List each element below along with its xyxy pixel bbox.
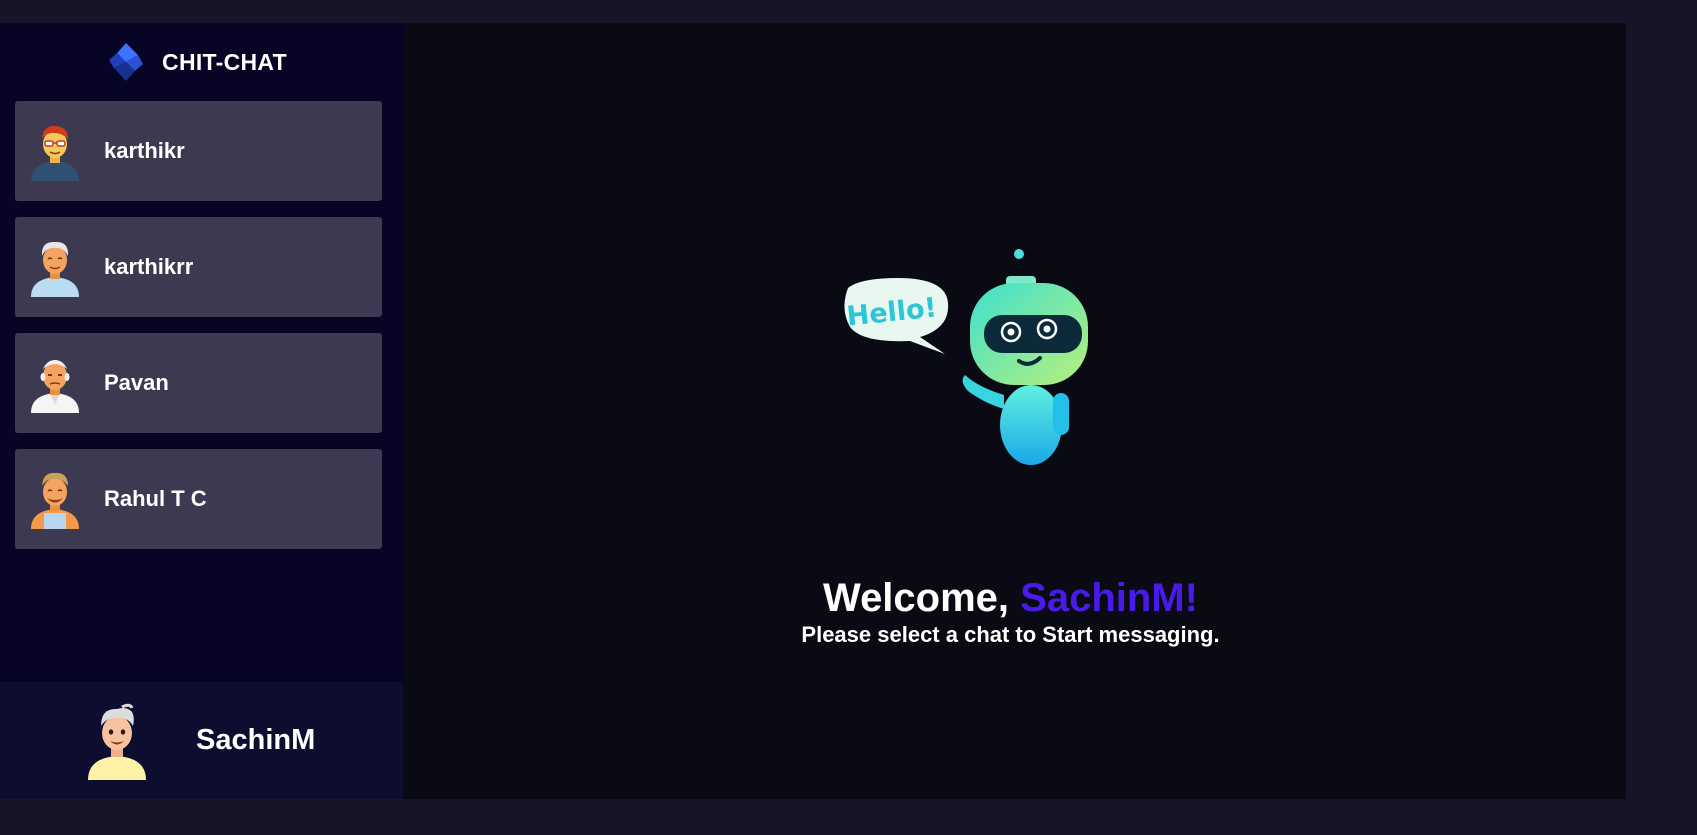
main-panel: Hello! Welcome, SachinM! Please select a… (403, 23, 1626, 799)
avatar-grey-hair-icon (31, 241, 79, 297)
contact-item[interactable]: Rahul T C (15, 449, 382, 549)
avatar-blond-man-icon (31, 472, 79, 529)
sidebar: CHIT-CHAT karthikr karthikrr Pavan Rahul… (0, 23, 403, 799)
avatar-bald-man-icon (31, 360, 79, 413)
welcome-username: SachinM! (1020, 576, 1198, 620)
contact-name: Rahul T C (104, 486, 207, 511)
welcome-message: Welcome, SachinM! Please select a chat t… (403, 576, 1626, 648)
avatar-red-hair-glasses-icon (31, 125, 79, 181)
contact-name: karthikrr (104, 254, 194, 279)
welcome-subtitle: Please select a chat to Start messaging. (801, 622, 1220, 647)
contact-name: Pavan (104, 370, 169, 395)
app-title: CHIT-CHAT (162, 48, 287, 75)
current-user-name: SachinM (196, 724, 316, 756)
app-logo-icon (109, 43, 144, 81)
contact-item[interactable]: Pavan (15, 333, 382, 433)
current-user-bar[interactable]: SachinM (0, 682, 403, 799)
app-window: CHIT-CHAT karthikr karthikrr Pavan Rahul… (0, 23, 1626, 799)
brand-header: CHIT-CHAT (0, 23, 403, 101)
contact-item[interactable]: karthikrr (15, 217, 382, 317)
welcome-heading: Welcome, SachinM! (403, 576, 1618, 620)
contact-list: karthikr karthikrr Pavan Rahul T C (0, 101, 403, 549)
contact-item[interactable]: karthikr (15, 101, 382, 201)
welcome-greeting: Welcome, (823, 576, 1010, 620)
contact-name: karthikr (104, 138, 185, 163)
robot-hello-icon: Hello! (844, 249, 1088, 465)
avatar-current-user-icon (88, 703, 146, 780)
